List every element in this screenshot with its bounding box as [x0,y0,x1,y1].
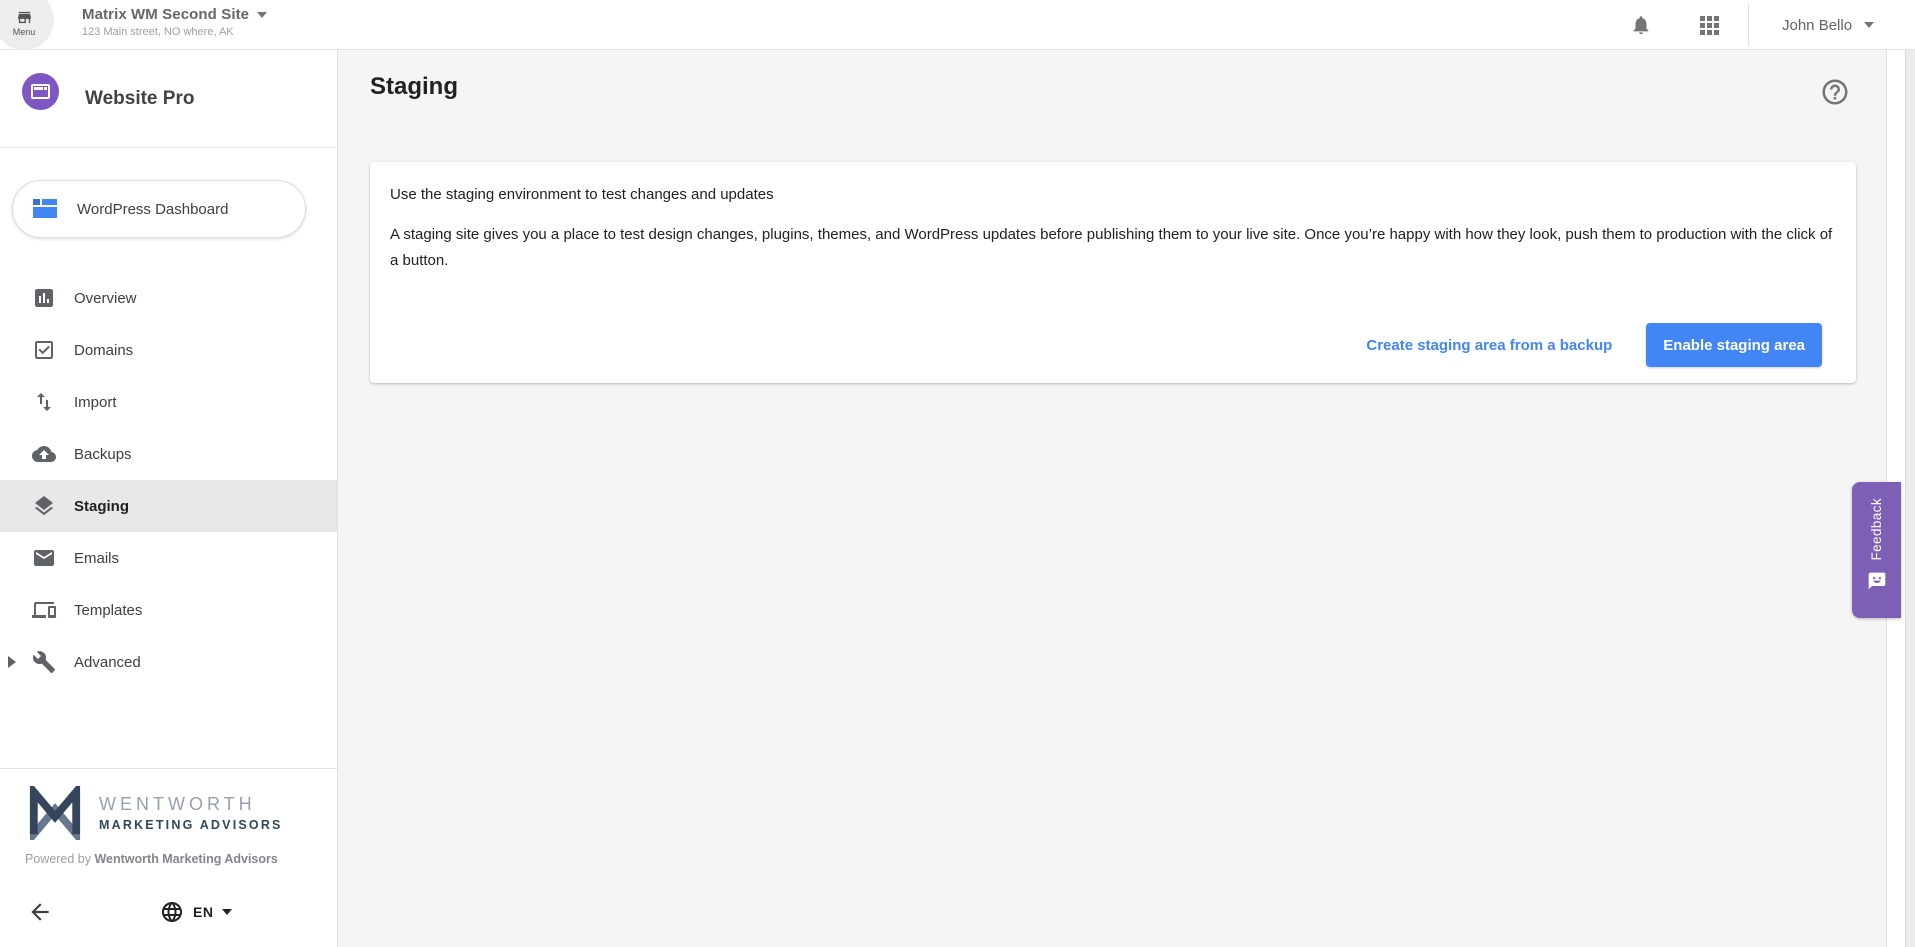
top-bar: Menu Matrix WM Second Site 123 Main stre… [0,0,1915,50]
dashboard-icon [33,199,57,219]
sidebar-nav: Overview Domains Import Backups [0,272,337,688]
mail-icon [32,546,56,570]
arrow-back-icon [27,899,53,925]
sidebar-item-label: Import [74,394,117,411]
sidebar-item-label: Advanced [74,654,141,671]
chevron-down-icon [257,12,267,18]
powered-by-text: Powered by Wentworth Marketing Advisors [25,852,278,866]
card-heading: Use the staging environment to test chan… [390,186,774,203]
app-title: Website Pro [85,88,194,110]
bell-icon [1630,14,1652,36]
sidebar-item-domains[interactable]: Domains [0,324,337,376]
bar-chart-icon [32,286,56,310]
card-body-text: A staging site gives you a place to test… [390,222,1836,274]
menu-button[interactable]: Menu [0,0,54,50]
feedback-label: Feedback [1869,498,1884,561]
user-menu[interactable]: John Bello [1770,0,1886,50]
site-selector[interactable]: Matrix WM Second Site 123 Main street, N… [82,6,267,38]
notifications-button[interactable] [1624,8,1658,42]
sidebar-item-import[interactable]: Import [0,376,337,428]
topbar-divider [1748,4,1749,46]
cloud-backup-icon [32,442,56,466]
enable-staging-area-button[interactable]: Enable staging area [1646,323,1822,367]
sidebar-item-label: Backups [74,446,132,463]
sidebar-footer-divider [0,768,337,769]
wordpress-dashboard-button[interactable]: WordPress Dashboard [12,180,306,238]
website-pro-logo-icon [22,73,59,110]
devices-icon [32,598,56,622]
storefront-icon [15,9,34,26]
app-window: Menu Matrix WM Second Site 123 Main stre… [0,0,1915,947]
sidebar-item-emails[interactable]: Emails [0,532,337,584]
site-address: 123 Main street, NO where, AK [82,26,267,38]
import-export-icon [32,390,56,414]
staging-card: Use the staging environment to test chan… [370,162,1856,383]
brand-logo: WENTWORTH MARKETING ADVISORS [25,786,283,840]
language-code: EN [193,904,213,920]
app-header: Website Pro [0,50,337,148]
apps-button[interactable] [1692,8,1726,42]
sidebar-item-backups[interactable]: Backups [0,428,337,480]
brand-name-line2: MARKETING ADVISORS [99,818,283,832]
sidebar: Website Pro WordPress Dashboard Overview… [0,50,338,947]
window-edge [1905,0,1915,947]
menu-button-label: Menu [13,27,36,37]
site-name: Matrix WM Second Site [82,6,249,23]
layers-icon [32,494,56,518]
globe-icon [160,900,184,924]
feedback-chat-icon [1867,571,1887,591]
wordpress-dashboard-label: WordPress Dashboard [77,201,228,218]
domain-check-icon [32,338,56,362]
sidebar-item-label: Domains [74,342,133,359]
wentworth-monogram-icon [25,786,85,840]
page-title: Staging [370,73,458,101]
chevron-down-icon [222,909,232,915]
help-icon [1820,77,1850,107]
language-selector[interactable]: EN [160,896,232,928]
chevron-down-icon [1864,22,1874,28]
sidebar-item-label: Overview [74,290,137,307]
apps-grid-icon [1700,16,1719,35]
sidebar-item-advanced[interactable]: Advanced [0,636,337,688]
create-staging-from-backup-button[interactable]: Create staging area from a backup [1358,329,1620,362]
sidebar-item-staging[interactable]: Staging [0,480,337,532]
feedback-tab[interactable]: Feedback [1852,482,1901,618]
sidebar-item-label: Templates [74,602,142,619]
back-button[interactable] [24,896,56,928]
wrench-icon [32,650,56,674]
card-actions: Create staging area from a backup Enable… [1358,323,1822,367]
expand-arrow-icon[interactable] [8,656,16,668]
sidebar-item-templates[interactable]: Templates [0,584,337,636]
help-button[interactable] [1820,77,1852,109]
sidebar-item-label: Emails [74,550,119,567]
brand-name-line1: WENTWORTH [99,794,283,815]
user-name: John Bello [1782,17,1852,34]
sidebar-item-overview[interactable]: Overview [0,272,337,324]
sidebar-item-label: Staging [74,498,129,515]
